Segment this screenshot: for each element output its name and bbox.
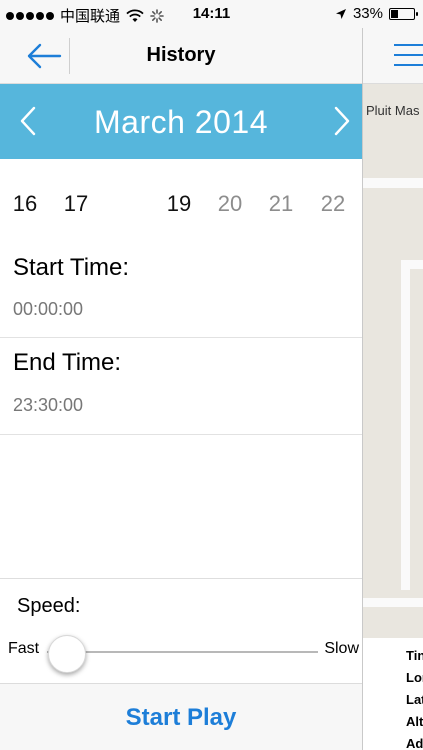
map-road (401, 260, 410, 590)
day-selector: 16 17 18 19 20 21 22 (0, 159, 362, 249)
speed-label: Speed: (17, 595, 81, 617)
menu-icon[interactable] (394, 44, 423, 68)
history-panel: History March 2014 16 17 18 19 20 21 22 … (0, 28, 362, 750)
map-street-label: Pluit Mas (366, 103, 420, 118)
day-18-selected[interactable]: 18 (108, 182, 149, 222)
start-time-row[interactable]: Start Time: 00:00:00 (0, 249, 362, 337)
day-19[interactable]: 19 (159, 191, 199, 217)
day-16[interactable]: 16 (5, 191, 45, 217)
battery-icon (389, 7, 418, 20)
map-info-line: Ad (406, 736, 423, 750)
day-20[interactable]: 20 (210, 191, 250, 217)
map-info-line: Lat (406, 692, 423, 707)
map-road (363, 178, 423, 188)
end-time-row[interactable]: End Time: 23:30:00 (0, 338, 362, 434)
map-info-line: Alt (406, 714, 423, 729)
start-time-value: 00:00:00 (13, 299, 84, 319)
status-right: 33% (335, 5, 418, 22)
next-month-chevron-icon[interactable] (328, 104, 356, 138)
map-nav-bar (363, 28, 423, 84)
status-bar: 中国联通 14:11 33% (0, 0, 423, 28)
end-time-value: 23:30:00 (13, 395, 84, 415)
location-arrow-icon (335, 8, 346, 19)
map-info-panel: Tin Lor Lat Alt Ad (363, 638, 423, 750)
speed-slider-track[interactable] (47, 651, 318, 653)
slow-label: Slow (324, 640, 359, 657)
nav-bar: History (0, 28, 362, 84)
map-info-line: Tin (406, 648, 423, 663)
map-panel[interactable]: Pluit Mas Tin Lor Lat Alt Ad (362, 28, 423, 750)
day-21[interactable]: 21 (261, 191, 301, 217)
day-22[interactable]: 22 (313, 191, 353, 217)
bottom-bar: Start Play (0, 683, 362, 750)
month-bar: March 2014 (0, 84, 362, 159)
start-play-button[interactable]: Start Play (0, 704, 362, 732)
page-title: History (146, 44, 216, 66)
battery-percent: 33% (352, 5, 383, 22)
speed-section: Speed: Fast Slow (0, 578, 362, 683)
map-info-line: Lor (406, 670, 423, 685)
fast-label: Fast (8, 640, 40, 657)
divider (0, 434, 362, 435)
speed-slider-thumb[interactable] (48, 635, 86, 673)
map-road (363, 598, 423, 607)
start-time-label: Start Time: (13, 254, 130, 281)
day-17[interactable]: 17 (56, 191, 96, 217)
month-title: March 2014 (94, 104, 268, 140)
end-time-label: End Time: (13, 349, 122, 376)
